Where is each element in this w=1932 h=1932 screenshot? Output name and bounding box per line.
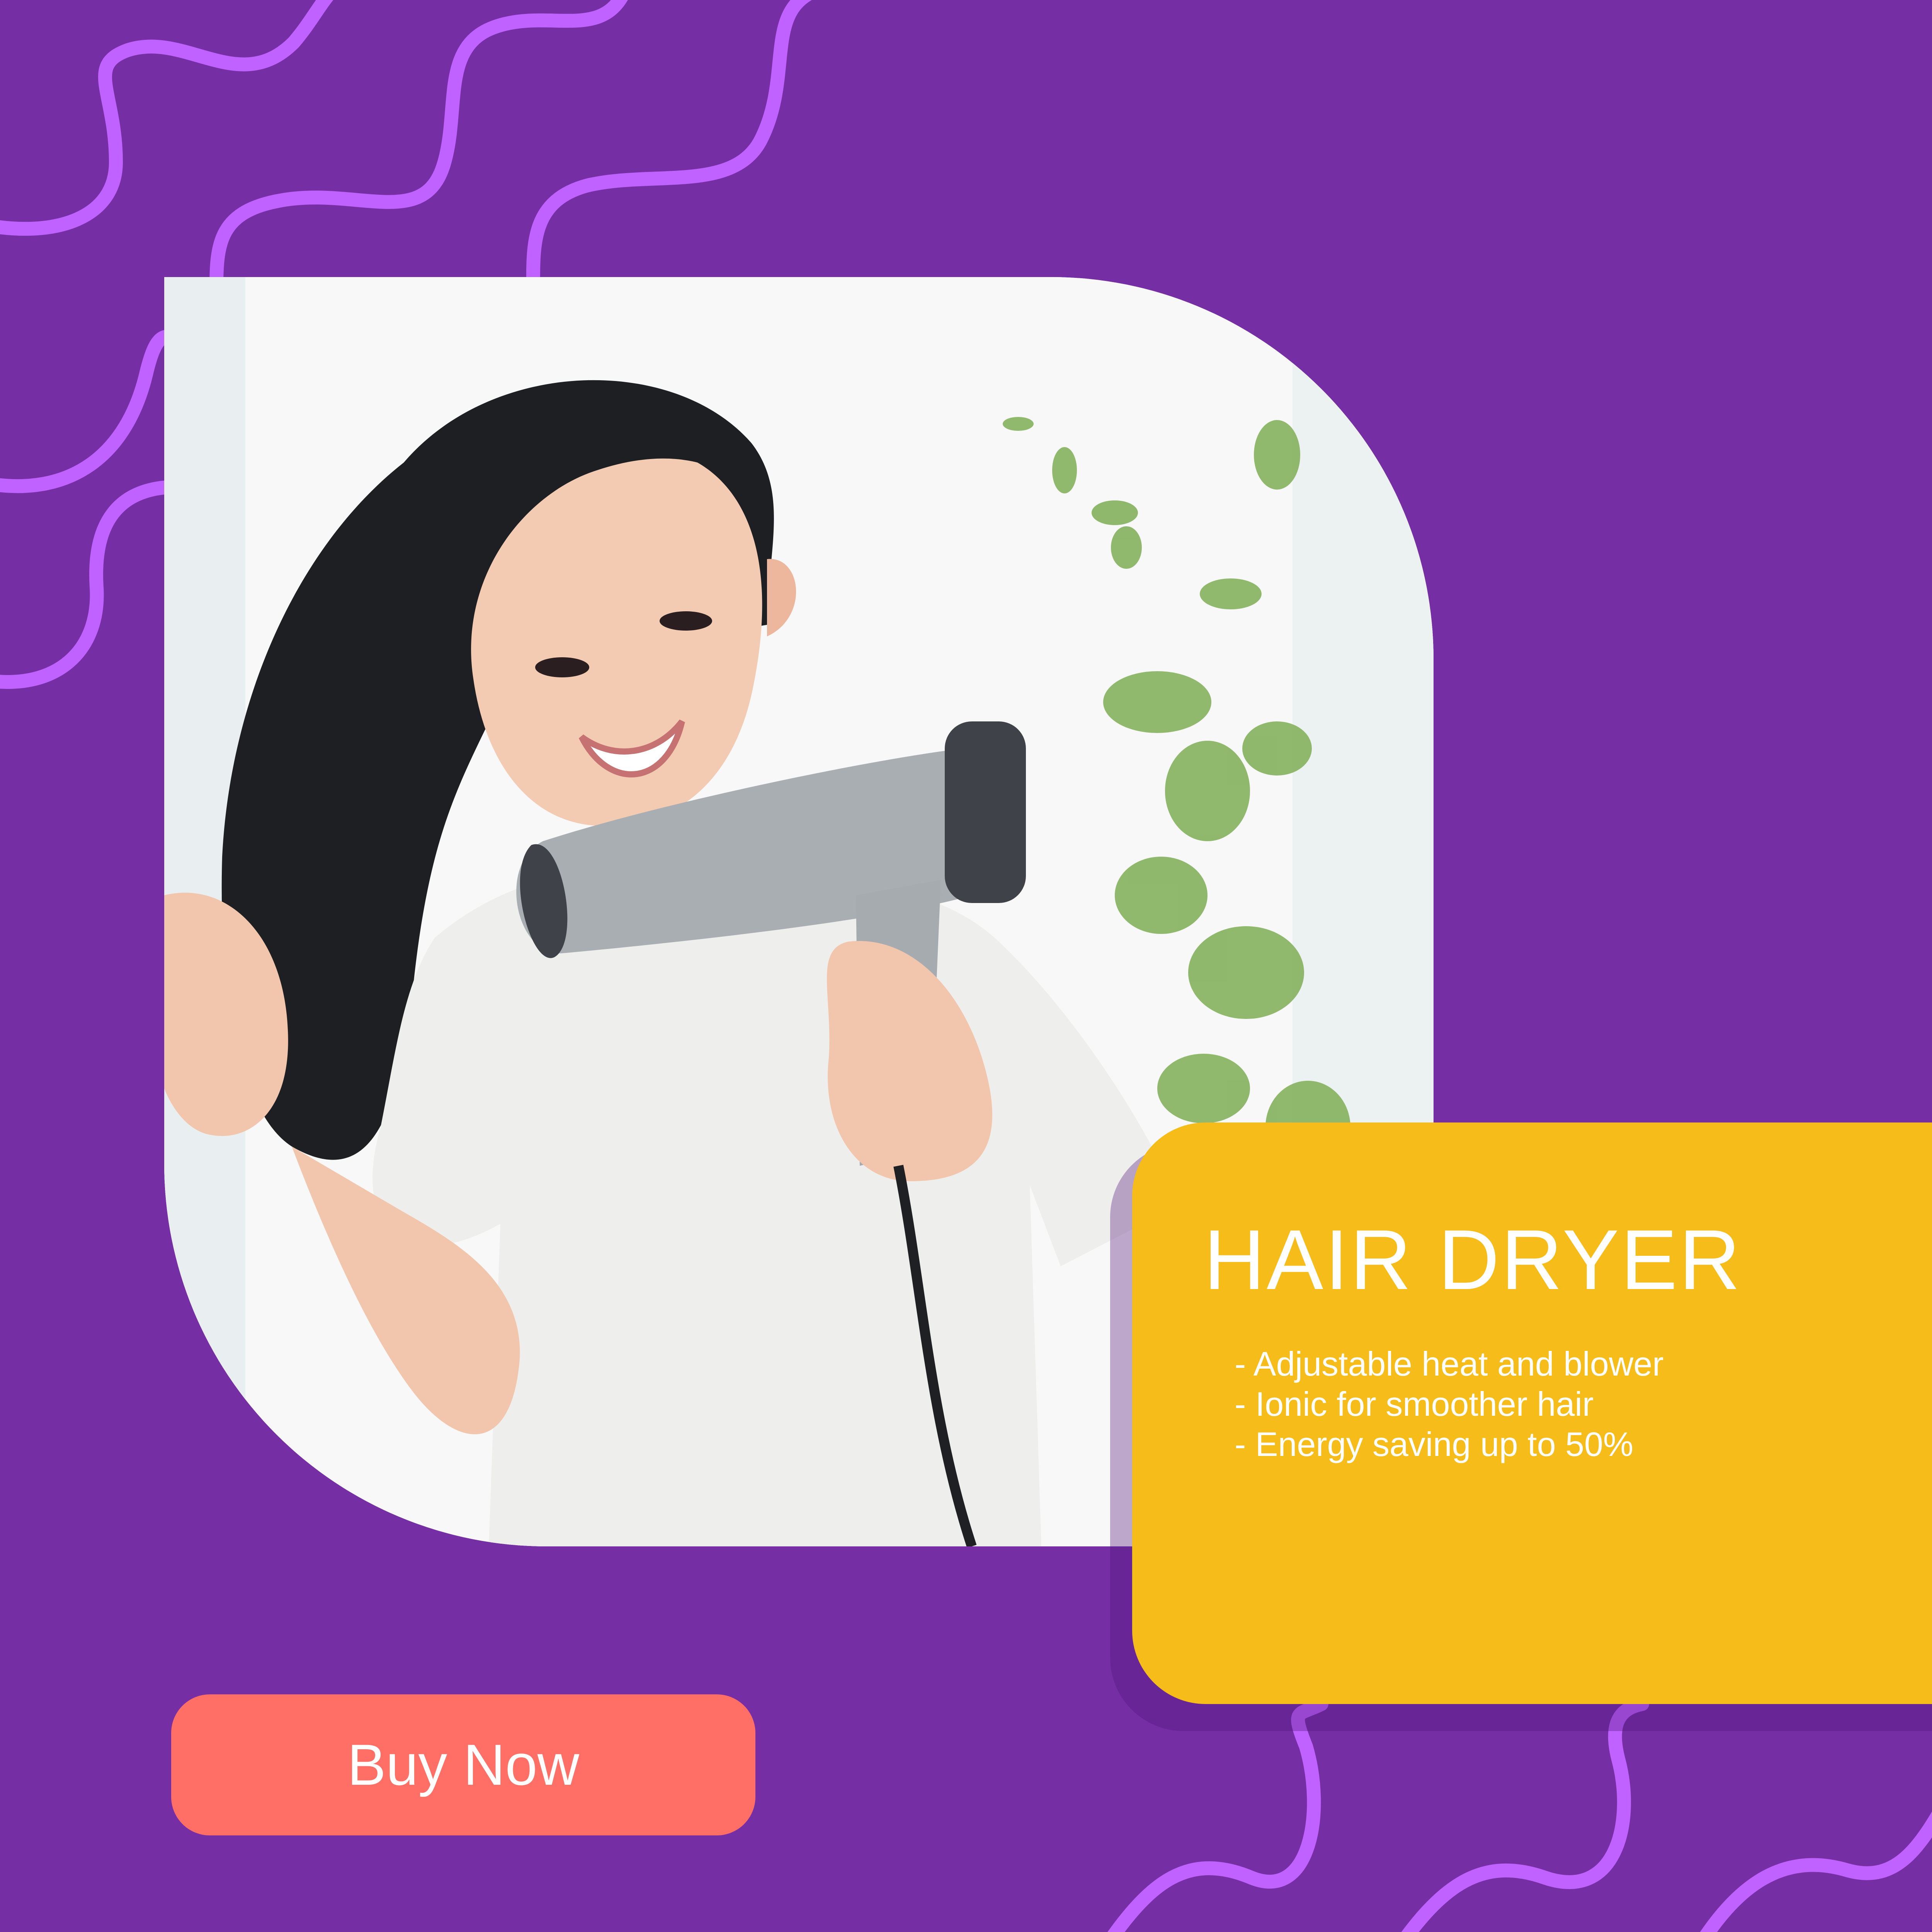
promo-canvas: HAIR DRYER - Adjustable heat and blower …: [0, 0, 1932, 1932]
product-title: HAIR DRYER: [1204, 1212, 1742, 1307]
feature-item: - Adjustable heat and blower: [1235, 1345, 1664, 1383]
feature-item: - Ionic for smoother hair: [1235, 1385, 1594, 1423]
feature-item: - Energy saving up to 50%: [1235, 1425, 1634, 1463]
buy-now-button[interactable]: Buy Now: [171, 1694, 755, 1835]
feature-list: - Adjustable heat and blower - Ionic for…: [1235, 1344, 1664, 1464]
